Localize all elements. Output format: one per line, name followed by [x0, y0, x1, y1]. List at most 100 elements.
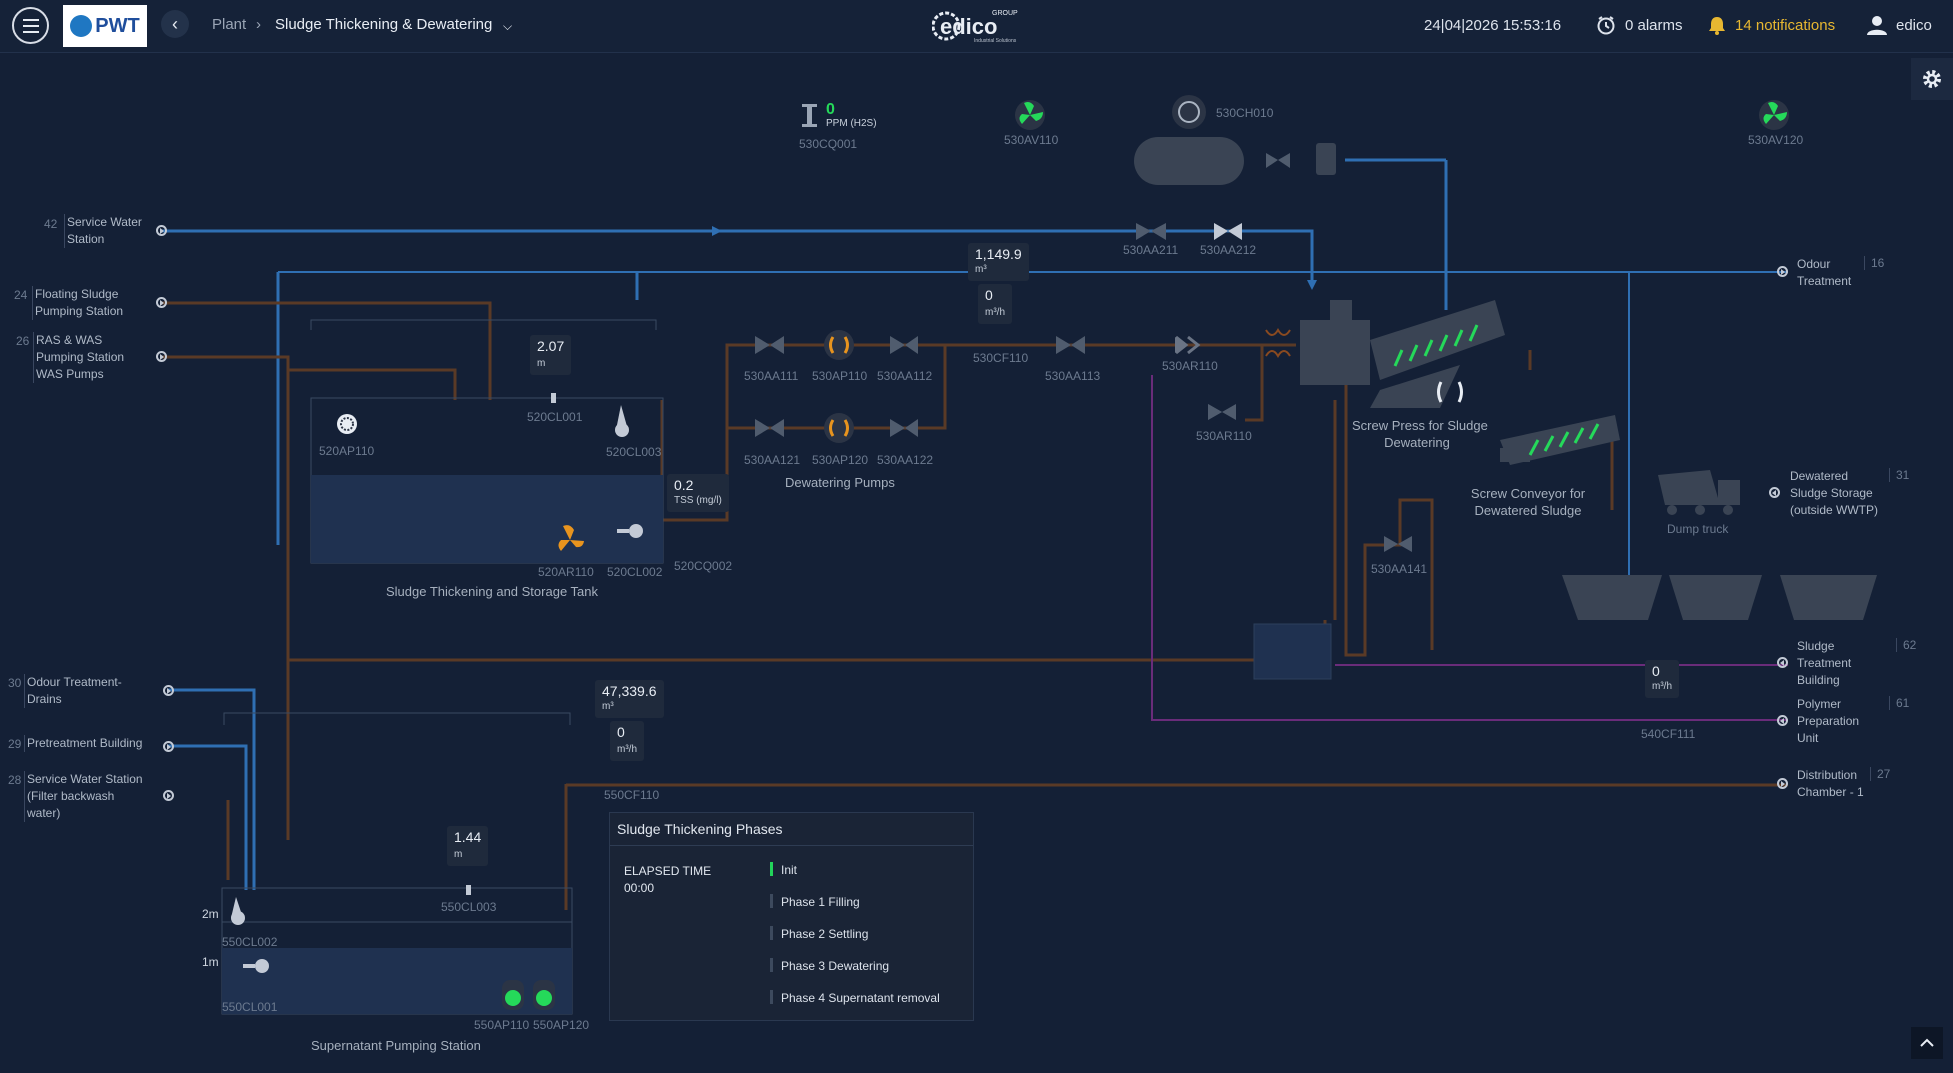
pwt-wave-icon	[70, 15, 93, 37]
endpoint-polymer-button[interactable]	[1777, 715, 1788, 726]
tag-550ap110[interactable]: 550AP110	[474, 1018, 529, 1032]
endpoint-label: Service Water	[67, 215, 142, 229]
tag-530ch010[interactable]: 530CH010	[1216, 106, 1273, 120]
tag-530aa122[interactable]: 530AA122	[877, 453, 933, 467]
tag-530ar110-lower[interactable]: 530AR110	[1196, 429, 1252, 443]
tag-530aa141[interactable]: 530AA141	[1371, 562, 1427, 576]
pump-530ap110-icon	[824, 330, 854, 360]
level-mark-2m: 2m	[202, 907, 219, 921]
tag-530av110[interactable]: 530AV110	[1004, 133, 1058, 147]
tag-530ap120[interactable]: 530AP120	[812, 453, 868, 467]
endpoint-service-water-filter-button[interactable]	[163, 790, 174, 801]
endpoint-pretreatment-button[interactable]	[163, 741, 174, 752]
tag-530aa112[interactable]: 530AA112	[877, 369, 932, 383]
tag-530cq001[interactable]: 530CQ001	[799, 137, 857, 151]
endpoint-ras-was-button[interactable]	[156, 351, 167, 362]
endpoint-number: 29	[8, 737, 22, 751]
bell-icon[interactable]	[1708, 15, 1726, 35]
endpoint-sludge-treatment-button[interactable]	[1777, 657, 1788, 668]
tag-520ar110[interactable]: 520AR110	[538, 565, 594, 579]
tag-550cf110[interactable]: 550CF110	[604, 788, 659, 802]
compressor-icon	[1172, 95, 1206, 129]
tag-530aa211[interactable]: 530AA211	[1123, 243, 1178, 257]
tag-530ar110[interactable]: 530AR110	[1162, 359, 1218, 373]
phase-item-supernatant: Phase 4 Supernatant removal	[770, 990, 940, 1005]
endpoint-number: 30	[8, 676, 22, 690]
flow-530-readout[interactable]: 0 m³/h	[978, 284, 1012, 324]
endpoint-number: 28	[8, 773, 22, 787]
tag-520ap110[interactable]: 520AP110	[319, 444, 374, 458]
elapsed-value: 00:00	[624, 881, 655, 895]
endpoint-label: Service Water Station	[27, 772, 143, 786]
tss-520-unit: TSS (mg/l)	[674, 495, 722, 506]
h2s-unit: PPM (H2S)	[826, 118, 877, 129]
tag-530aa121[interactable]: 530AA121	[744, 453, 800, 467]
scroll-to-top-button[interactable]	[1911, 1027, 1943, 1059]
endpoint-floating-sludge-button[interactable]	[156, 297, 167, 308]
alarm-clock-icon[interactable]	[1596, 15, 1616, 35]
endpoint-service-water-button[interactable]	[156, 225, 167, 236]
tag-530aa111[interactable]: 530AA111	[744, 369, 798, 383]
volume-530-readout[interactable]: 1,149.9 m³	[968, 243, 1029, 281]
endpoint-label: Station	[67, 232, 105, 246]
chevron-down-icon[interactable]: ⌵	[503, 19, 512, 34]
level-550-readout[interactable]: 1.44 m	[447, 826, 489, 866]
level-520-readout[interactable]: 2.07 m	[530, 335, 572, 375]
supernatant-pit-lid	[223, 712, 571, 725]
notifications-count[interactable]: 14 notifications	[1735, 17, 1835, 34]
user-name[interactable]: edico	[1896, 17, 1932, 34]
endpoint-dewatered-storage-button[interactable]	[1769, 487, 1780, 498]
endpoint-label: Polymer	[1797, 697, 1842, 711]
flow-550-value: 0	[617, 724, 625, 740]
tag-520cl001[interactable]: 520CL001	[527, 410, 582, 424]
endpoint-label: (outside WWTP)	[1790, 503, 1879, 517]
back-button[interactable]: ‹	[161, 10, 189, 38]
phase-item-settling: Phase 2 Settling	[770, 926, 868, 941]
tag-530aa212[interactable]: 530AA212	[1200, 243, 1256, 257]
caption-line: Screw Conveyor for	[1470, 486, 1586, 501]
tag-550cl001[interactable]: 550CL001	[222, 1000, 277, 1014]
breadcrumb-root[interactable]: Plant	[212, 16, 246, 33]
elapsed-label: ELAPSED TIME	[624, 864, 712, 878]
level-520-unit: m	[537, 358, 546, 369]
flow-540-value: 0	[1652, 663, 1660, 679]
breadcrumb-current[interactable]: Sludge Thickening & Dewatering	[275, 16, 492, 33]
volume-550-readout[interactable]: 47,339.6 m³	[595, 680, 664, 718]
caption-supernatant: Supernatant Pumping Station	[311, 1038, 481, 1053]
tag-530ap110[interactable]: 530AP110	[812, 369, 867, 383]
menu-icon[interactable]	[12, 7, 49, 44]
tss-520-readout[interactable]: 0.2 TSS (mg/l)	[667, 474, 729, 512]
tag-550cl003[interactable]: 550CL003	[441, 900, 496, 914]
endpoint-distribution-button[interactable]	[1777, 778, 1788, 789]
user-icon[interactable]	[1866, 14, 1888, 36]
tag-520cl003[interactable]: 520CL003	[606, 445, 661, 459]
tag-530aa113[interactable]: 530AA113	[1045, 369, 1100, 383]
flow-540-readout[interactable]: 0 m³/h	[1645, 660, 1679, 698]
alarms-count[interactable]: 0 alarms	[1625, 17, 1683, 34]
flow-530-value: 0	[985, 287, 993, 303]
endpoint-label: water)	[27, 806, 61, 820]
endpoint-odour-drains-button[interactable]	[163, 685, 174, 696]
endpoint-label: Unit	[1797, 731, 1819, 745]
tag-550cl002[interactable]: 550CL002	[222, 935, 277, 949]
process-diagram	[162, 95, 1877, 1015]
sludge-pipes	[162, 301, 1788, 910]
tag-530av120[interactable]: 530AV120	[1748, 133, 1803, 147]
caption-dump-truck: Dump truck	[1667, 522, 1729, 536]
tag-550ap120[interactable]: 550AP120	[533, 1018, 589, 1032]
flow-550-readout[interactable]: 0 m³/h	[610, 721, 644, 761]
tag-520cl002[interactable]: 520CL002	[607, 565, 662, 579]
caption-screw-conveyor: Screw Conveyor for Dewatered Sludge	[1463, 485, 1593, 519]
endpoint-odour-treatment-button[interactable]	[1777, 266, 1788, 277]
datetime: 24|04|2026 15:53:16	[1424, 17, 1562, 34]
endpoint-label: Odour Treatment-	[27, 675, 122, 689]
endpoint-label: (Filter backwash	[27, 789, 115, 803]
tag-520cq002[interactable]: 520CQ002	[674, 559, 732, 573]
pwt-logo-text: PWT	[95, 14, 140, 37]
tag-540cf111[interactable]: 540CF111	[1641, 727, 1695, 741]
tag-530cf110[interactable]: 530CF110	[973, 351, 1028, 365]
air-vessel	[1134, 137, 1244, 185]
pump-530ap120-icon	[824, 413, 854, 443]
endpoint-number: 61	[1889, 696, 1909, 710]
chevron-up-icon	[1920, 1038, 1934, 1047]
